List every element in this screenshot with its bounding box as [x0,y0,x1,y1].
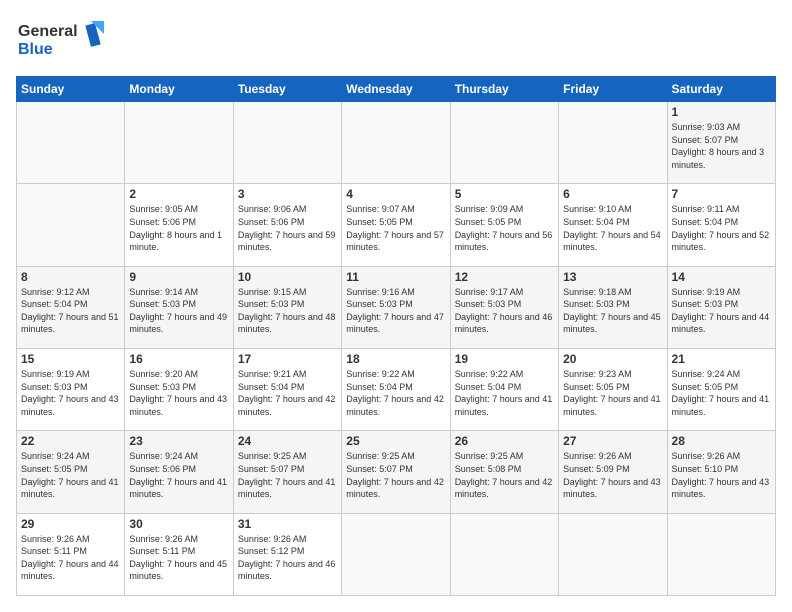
empty-cell [125,102,233,184]
day-header-wednesday: Wednesday [342,77,450,102]
day-cell-5: 5Sunrise: 9:09 AMSunset: 5:05 PMDaylight… [450,184,558,266]
day-cell-10: 10Sunrise: 9:15 AMSunset: 5:03 PMDayligh… [233,266,341,348]
day-cell-1: 1Sunrise: 9:03 AMSunset: 5:07 PMDaylight… [667,102,775,184]
empty-cell [233,102,341,184]
logo: General Blue [16,16,106,66]
empty-cell [450,102,558,184]
day-cell-8: 8Sunrise: 9:12 AMSunset: 5:04 PMDaylight… [17,266,125,348]
header: General Blue [16,16,776,66]
day-cell-13: 13Sunrise: 9:18 AMSunset: 5:03 PMDayligh… [559,266,667,348]
day-cell-23: 23Sunrise: 9:24 AMSunset: 5:06 PMDayligh… [125,431,233,513]
svg-text:General: General [18,23,78,40]
day-cell-24: 24Sunrise: 9:25 AMSunset: 5:07 PMDayligh… [233,431,341,513]
day-cell-3: 3Sunrise: 9:06 AMSunset: 5:06 PMDaylight… [233,184,341,266]
day-cell-empty [559,513,667,595]
day-header-thursday: Thursday [450,77,558,102]
day-cell-30: 30Sunrise: 9:26 AMSunset: 5:11 PMDayligh… [125,513,233,595]
svg-text:Blue: Blue [18,41,53,58]
day-cell-28: 28Sunrise: 9:26 AMSunset: 5:10 PMDayligh… [667,431,775,513]
day-cell-21: 21Sunrise: 9:24 AMSunset: 5:05 PMDayligh… [667,348,775,430]
day-cell-11: 11Sunrise: 9:16 AMSunset: 5:03 PMDayligh… [342,266,450,348]
day-cell-17: 17Sunrise: 9:21 AMSunset: 5:04 PMDayligh… [233,348,341,430]
calendar-week-6: 29Sunrise: 9:26 AMSunset: 5:11 PMDayligh… [17,513,776,595]
day-cell-7: 7Sunrise: 9:11 AMSunset: 5:04 PMDaylight… [667,184,775,266]
empty-cell [17,102,125,184]
day-header-saturday: Saturday [667,77,775,102]
day-cell-14: 14Sunrise: 9:19 AMSunset: 5:03 PMDayligh… [667,266,775,348]
day-cell-empty [450,513,558,595]
calendar-week-4: 15Sunrise: 9:19 AMSunset: 5:03 PMDayligh… [17,348,776,430]
day-cell-31: 31Sunrise: 9:26 AMSunset: 5:12 PMDayligh… [233,513,341,595]
day-cell-22: 22Sunrise: 9:24 AMSunset: 5:05 PMDayligh… [17,431,125,513]
day-header-tuesday: Tuesday [233,77,341,102]
day-cell-2: 2Sunrise: 9:05 AMSunset: 5:06 PMDaylight… [125,184,233,266]
day-cell-26: 26Sunrise: 9:25 AMSunset: 5:08 PMDayligh… [450,431,558,513]
empty-cell [17,184,125,266]
day-cell-20: 20Sunrise: 9:23 AMSunset: 5:05 PMDayligh… [559,348,667,430]
calendar-table: SundayMondayTuesdayWednesdayThursdayFrid… [16,76,776,596]
empty-cell [559,102,667,184]
day-cell-12: 12Sunrise: 9:17 AMSunset: 5:03 PMDayligh… [450,266,558,348]
day-cell-empty [342,513,450,595]
calendar-week-1: 1Sunrise: 9:03 AMSunset: 5:07 PMDaylight… [17,102,776,184]
calendar-week-5: 22Sunrise: 9:24 AMSunset: 5:05 PMDayligh… [17,431,776,513]
day-header-friday: Friday [559,77,667,102]
empty-cell [342,102,450,184]
day-cell-9: 9Sunrise: 9:14 AMSunset: 5:03 PMDaylight… [125,266,233,348]
page: General Blue SundayMondayTuesdayWednesda… [0,0,792,612]
day-cell-19: 19Sunrise: 9:22 AMSunset: 5:04 PMDayligh… [450,348,558,430]
day-cell-15: 15Sunrise: 9:19 AMSunset: 5:03 PMDayligh… [17,348,125,430]
day-cell-16: 16Sunrise: 9:20 AMSunset: 5:03 PMDayligh… [125,348,233,430]
calendar-week-3: 8Sunrise: 9:12 AMSunset: 5:04 PMDaylight… [17,266,776,348]
day-cell-18: 18Sunrise: 9:22 AMSunset: 5:04 PMDayligh… [342,348,450,430]
logo-text: General Blue [16,16,106,66]
calendar-header-row: SundayMondayTuesdayWednesdayThursdayFrid… [17,77,776,102]
day-cell-4: 4Sunrise: 9:07 AMSunset: 5:05 PMDaylight… [342,184,450,266]
day-cell-6: 6Sunrise: 9:10 AMSunset: 5:04 PMDaylight… [559,184,667,266]
day-cell-empty [667,513,775,595]
day-header-sunday: Sunday [17,77,125,102]
day-cell-29: 29Sunrise: 9:26 AMSunset: 5:11 PMDayligh… [17,513,125,595]
day-cell-25: 25Sunrise: 9:25 AMSunset: 5:07 PMDayligh… [342,431,450,513]
day-cell-27: 27Sunrise: 9:26 AMSunset: 5:09 PMDayligh… [559,431,667,513]
day-header-monday: Monday [125,77,233,102]
calendar-week-2: 2Sunrise: 9:05 AMSunset: 5:06 PMDaylight… [17,184,776,266]
